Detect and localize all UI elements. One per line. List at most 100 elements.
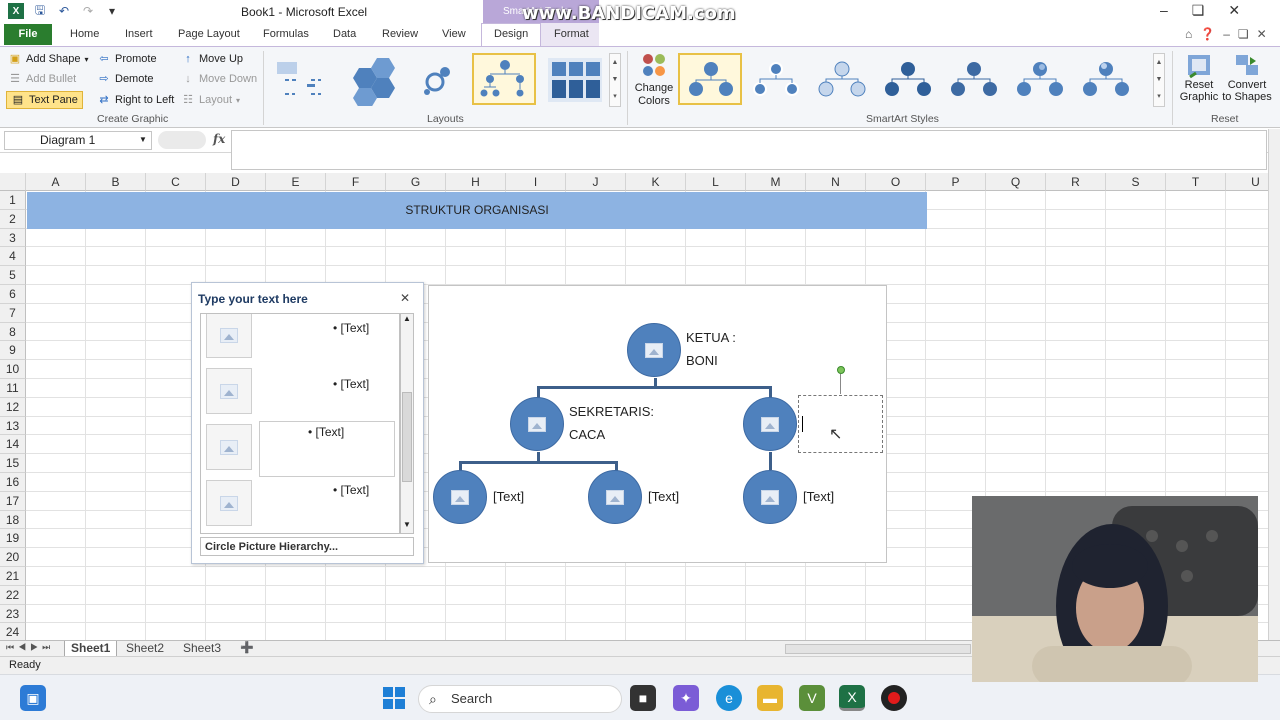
layout-button[interactable]: ☷ Layout ▾	[181, 93, 240, 107]
column-header[interactable]: J	[566, 173, 626, 191]
sheet-nav-icons[interactable]: ⏮◀▶⏭	[6, 642, 54, 653]
row-header[interactable]: 19	[0, 529, 26, 549]
picture-placeholder-icon[interactable]	[528, 416, 546, 432]
row-header[interactable]: 22	[0, 585, 26, 605]
list-item-text[interactable]: • [Text]	[333, 321, 369, 335]
row-header[interactable]: 12	[0, 397, 26, 417]
column-header[interactable]: M	[746, 173, 806, 191]
undo-icon[interactable]: ↶	[56, 3, 72, 19]
picture-placeholder-icon[interactable]	[761, 489, 779, 505]
node-child-1[interactable]	[433, 470, 487, 524]
picture-placeholder-icon[interactable]	[206, 314, 252, 358]
node-top-label[interactable]: KETUA : BONI	[686, 326, 736, 372]
row-header[interactable]: 21	[0, 567, 26, 586]
list-item[interactable]: • [Text]	[201, 314, 399, 364]
row-header[interactable]: 24	[0, 623, 26, 640]
sheet-tab[interactable]: Sheet3	[177, 641, 227, 657]
style-thumb-selected[interactable]	[678, 53, 742, 105]
row-header[interactable]: 15	[0, 454, 26, 473]
layout-name-link[interactable]: Circle Picture Hierarchy...	[200, 537, 414, 556]
task-view-icon[interactable]: ■	[630, 685, 656, 711]
picture-placeholder-icon[interactable]	[206, 480, 252, 526]
name-box-dropdown-icon[interactable]: ▼	[139, 135, 147, 144]
tab-review[interactable]: Review	[382, 28, 418, 40]
column-header[interactable]: N	[806, 173, 866, 191]
column-header[interactable]: R	[1046, 173, 1106, 191]
tab-data[interactable]: Data	[333, 28, 356, 40]
sheet-tab-active[interactable]: Sheet1	[64, 641, 118, 657]
row-header[interactable]: 2	[0, 209, 26, 229]
layout-thumb-selected[interactable]	[472, 53, 536, 105]
node-top[interactable]	[627, 323, 681, 377]
tab-formulas[interactable]: Formulas	[263, 28, 309, 40]
list-item[interactable]: • [Text]	[201, 476, 399, 532]
style-thumb-7[interactable]	[1074, 53, 1138, 105]
row-header[interactable]: 16	[0, 473, 26, 492]
node-child-1-label[interactable]: [Text]	[493, 485, 524, 508]
layout-thumb-1[interactable]	[270, 53, 334, 105]
node-left-label[interactable]: SEKRETARIS: CACA	[569, 400, 654, 446]
column-header[interactable]: B	[86, 173, 146, 191]
row-header[interactable]: 18	[0, 510, 26, 530]
close-icon[interactable]: ✕	[1228, 2, 1240, 19]
tab-insert[interactable]: Insert	[125, 28, 153, 40]
row-header[interactable]: 4	[0, 247, 26, 267]
column-header[interactable]: I	[506, 173, 566, 191]
minimize-ribbon-icon[interactable]: ⌂	[1185, 27, 1192, 41]
formula-input[interactable]	[231, 130, 1267, 170]
text-pane-close-icon[interactable]: ✕	[400, 291, 410, 305]
column-header[interactable]: E	[266, 173, 326, 191]
row-header[interactable]: 11	[0, 379, 26, 398]
row-header[interactable]: 5	[0, 266, 26, 285]
scroll-up-icon[interactable]: ▲	[403, 314, 411, 323]
reset-graphic-button[interactable]: Reset Graphic	[1178, 51, 1220, 103]
style-thumb-5[interactable]	[942, 53, 1006, 105]
horizontal-scrollbar[interactable]	[785, 644, 971, 654]
widgets-icon[interactable]: ▣	[20, 685, 46, 711]
workbook-minimize-icon[interactable]: –	[1223, 27, 1230, 41]
list-item-text[interactable]: • [Text]	[333, 483, 369, 497]
picture-placeholder-icon[interactable]	[206, 424, 252, 470]
demote-button[interactable]: ⇨ Demote	[97, 72, 153, 86]
text-pane-button[interactable]: ▤ Text Pane	[6, 91, 83, 109]
node-child-3[interactable]	[743, 470, 797, 524]
column-header[interactable]: P	[926, 173, 986, 191]
style-thumb-6[interactable]	[1008, 53, 1072, 105]
column-header[interactable]: T	[1166, 173, 1226, 191]
select-all-corner[interactable]	[0, 173, 26, 191]
column-header[interactable]: G	[386, 173, 446, 191]
picture-placeholder-icon[interactable]	[206, 368, 252, 414]
rotation-handle-icon[interactable]	[837, 366, 845, 374]
convert-to-shapes-button[interactable]: Convert to Shapes	[1222, 51, 1272, 103]
copilot-icon[interactable]: ✦	[673, 685, 699, 711]
promote-button[interactable]: ⇦ Promote	[97, 52, 156, 66]
styles-scroll[interactable]: ▲ ▼ ▾	[1153, 53, 1165, 107]
minimize-icon[interactable]: –	[1160, 2, 1168, 19]
row-header[interactable]: 23	[0, 604, 26, 624]
layout-thumb-2[interactable]	[338, 53, 402, 108]
smartart-diagram[interactable]: KETUA : BONI SEKRETARIS: CACA ↖ [Text] [Te…	[428, 285, 887, 563]
node-right[interactable]	[743, 397, 797, 451]
change-colors-button[interactable]: Change Colors	[634, 51, 674, 107]
node-child-2-label[interactable]: [Text]	[648, 485, 679, 508]
column-header[interactable]: O	[866, 173, 926, 191]
tab-design[interactable]: Design	[494, 28, 528, 40]
tab-home[interactable]: Home	[70, 28, 99, 40]
bandicam-icon[interactable]	[881, 685, 907, 711]
scroll-thumb[interactable]	[402, 392, 412, 482]
column-header[interactable]: F	[326, 173, 386, 191]
taskbar-search[interactable]: ⌕ Search	[418, 685, 622, 713]
row-header[interactable]: 3	[0, 228, 26, 248]
row-header[interactable]: 8	[0, 322, 26, 342]
node-left[interactable]	[510, 397, 564, 451]
text-pane-list[interactable]: • [Text] • [Text] • [Text] • [Text]	[200, 313, 400, 534]
node-child-2[interactable]	[588, 470, 642, 524]
file-explorer-icon[interactable]: ▬	[757, 685, 783, 711]
picture-placeholder-icon[interactable]	[451, 489, 469, 505]
scroll-down-icon[interactable]: ▼	[403, 520, 411, 529]
start-icon[interactable]	[381, 685, 407, 711]
row-header[interactable]: 1	[0, 191, 26, 210]
add-shape-button[interactable]: ▣ Add Shape ▾	[8, 52, 89, 66]
column-header[interactable]: K	[626, 173, 686, 191]
save-icon[interactable]: 🖫	[32, 3, 48, 19]
